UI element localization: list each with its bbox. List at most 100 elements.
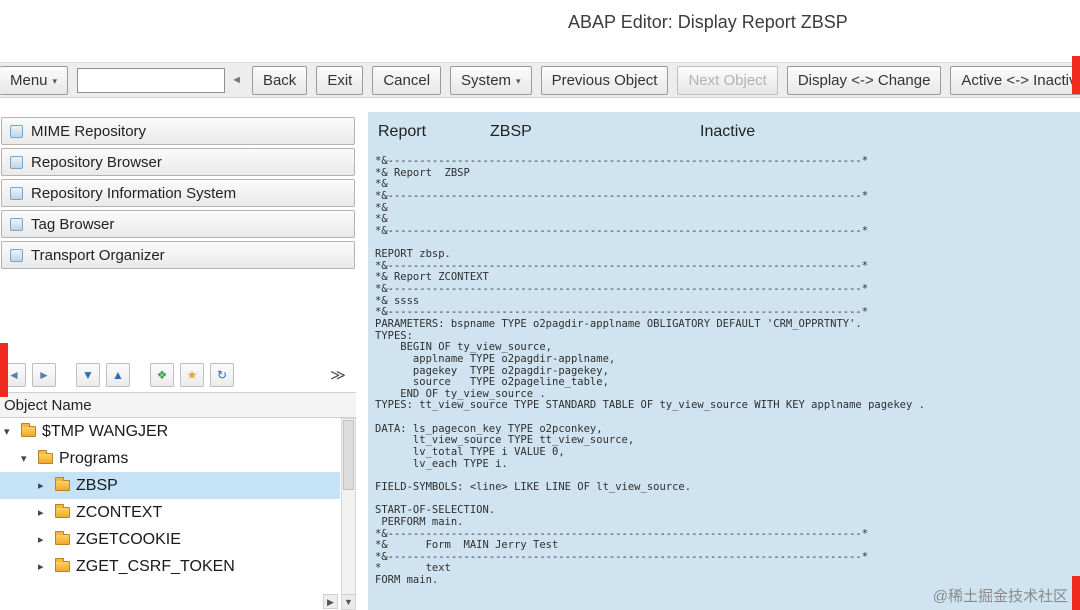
tree-item-label: ZCONTEXT [76, 503, 163, 521]
code-line: *&--------------------------------------… [375, 283, 869, 296]
caret-icon[interactable]: ▾ [4, 425, 19, 438]
next-object-button[interactable]: Next Object [677, 65, 778, 95]
red-marker-left [0, 343, 8, 397]
code-line: PARAMETERS: bspname TYPE o2pagdir-applna… [375, 317, 862, 330]
tree-item-label: Programs [59, 449, 129, 467]
navigate-forward-icon[interactable]: ► [32, 363, 56, 387]
object-tree: ▾ $TMP WANGJER ▾ Programs ▸ ZBSP ▸ ZCONT… [0, 418, 340, 580]
nav-item-icon [10, 155, 23, 169]
folder-icon [55, 558, 70, 572]
code-line: *&--------------------------------------… [375, 155, 869, 167]
cancel-button[interactable]: Cancel [372, 65, 442, 95]
sidebar-nav-button[interactable]: Transport Organizer [1, 241, 355, 269]
tree-vertical-scrollbar[interactable]: ▼ [341, 418, 356, 610]
sidebar-nav-label: Repository Information System [31, 184, 237, 202]
toolbar-button-group: Back Exit Cancel System ▾ Previous Objec… [251, 65, 1080, 95]
code-line: TYPES: tt_view_source TYPE STANDARD TABL… [375, 399, 925, 412]
refresh-icon[interactable]: ↻ [210, 363, 234, 387]
tree-item-label: $TMP WANGJER [42, 422, 169, 440]
main-area: MIME Repository Repository Browser Repos… [0, 98, 1080, 610]
tree-item[interactable]: ▸ ZGET_CSRF_TOKEN [0, 553, 340, 580]
scroll-right-icon[interactable]: ▶ [323, 594, 338, 609]
toolbar-button-label: Next Object [688, 71, 767, 89]
tree-item[interactable]: ▸ ZGETCOOKIE [0, 526, 340, 553]
nav-item-icon [10, 124, 23, 138]
back-button[interactable]: Back [251, 65, 308, 95]
system-button[interactable]: System ▾ [450, 65, 532, 95]
red-marker-top-right [1072, 56, 1080, 94]
sidebar-nav-button[interactable]: Repository Browser [1, 148, 355, 176]
report-header: Report ZBSP Inactive [368, 112, 1080, 152]
code-editor[interactable]: *&--------------------------------------… [368, 155, 1080, 587]
nav-item-icon [10, 217, 23, 231]
window-title: ABAP Editor: Display Report ZBSP [568, 12, 848, 32]
caret-icon[interactable]: ▸ [38, 479, 53, 492]
sidebar-nav-button[interactable]: MIME Repository [1, 117, 355, 145]
tree-toolbar: ◄ ► ▼ ▲ ❖ ★ ↻ ≫ [0, 358, 356, 392]
code-line: *&--------------------------------------… [375, 550, 869, 563]
sidebar-nav-button[interactable]: Tag Browser [1, 210, 355, 238]
menu-button-label: Menu [10, 71, 48, 89]
code-line: *& [375, 201, 388, 214]
toolbar-button-label: Previous Object [551, 71, 658, 89]
tree-item-label: ZGET_CSRF_TOKEN [76, 557, 235, 575]
previous-object-button[interactable]: Previous Object [540, 65, 669, 95]
code-line: *&--------------------------------------… [375, 224, 869, 237]
title-bar: ABAP Editor: Display Report ZBSP [0, 0, 1080, 48]
navigator-panel: MIME Repository Repository Browser Repos… [0, 112, 356, 610]
toolbar-button-label: Exit [327, 71, 353, 89]
toolbar-button-label: Display <-> Change [797, 71, 931, 89]
panel-spacer [0, 272, 356, 358]
folder-icon [55, 531, 70, 545]
code-line: * text [375, 562, 451, 575]
tree-item-label: ZBSP [76, 476, 118, 494]
code-line: lv_total TYPE i VALUE 0, [375, 446, 565, 459]
sidebar-nav-label: Repository Browser [31, 153, 162, 171]
folder-icon [55, 477, 70, 491]
main-toolbar: Menu ▾ ◄ Back Exit Cancel System ▾ Previ… [0, 62, 1080, 98]
caret-icon[interactable]: ▸ [38, 533, 53, 546]
report-label: Report [378, 123, 427, 140]
sidebar-nav-button[interactable]: Repository Information System [1, 179, 355, 207]
code-line: lv_each TYPE i. [375, 457, 508, 470]
code-line: FIELD-SYMBOLS: <line> LIKE LINE OF lt_vi… [375, 480, 692, 493]
caret-icon[interactable]: ▸ [38, 506, 53, 519]
editor-panel: Report ZBSP Inactive *&-----------------… [368, 112, 1080, 610]
tree-item[interactable]: ▸ ZBSP [0, 472, 340, 499]
menu-button[interactable]: Menu ▾ [0, 65, 69, 95]
scroll-down-icon[interactable]: ▼ [342, 594, 355, 609]
tree-header: Object Name [0, 392, 356, 418]
more-functions-icon[interactable]: ≫ [326, 363, 350, 387]
toolbar-button-label: Cancel [383, 71, 431, 89]
command-collapse-icon[interactable]: ◄ [230, 74, 243, 86]
red-marker-bottom-right [1072, 576, 1080, 610]
favorites-icon[interactable]: ★ [180, 363, 204, 387]
folder-icon [38, 450, 53, 464]
scrollbar-thumb[interactable] [343, 420, 354, 490]
sidebar-nav-label: Tag Browser [31, 215, 115, 233]
sort-objects-icon[interactable]: ❖ [150, 363, 174, 387]
code-line: *& Report ZBSP [375, 166, 470, 179]
toolbar-button-label: Active <-> Inactive [961, 71, 1080, 89]
toolbar-button-label: Back [262, 71, 297, 89]
tree-item[interactable]: ▾ Programs [0, 445, 340, 472]
sidebar-nav-label: Transport Organizer [31, 246, 165, 264]
code-line: PERFORM main. [375, 515, 464, 528]
active-inactive-button[interactable]: Active <-> Inactive [950, 65, 1080, 95]
caret-icon[interactable]: ▸ [38, 560, 53, 573]
nav-item-icon [10, 186, 23, 200]
tree-item[interactable]: ▾ $TMP WANGJER [0, 418, 340, 445]
exit-button[interactable]: Exit [316, 65, 364, 95]
nav-item-icon [10, 248, 23, 262]
code-line: applname TYPE o2pagdir-applname, [375, 352, 616, 365]
tree-item-label: ZGETCOOKIE [76, 530, 181, 548]
caret-icon[interactable]: ▾ [21, 452, 36, 465]
display-change-button[interactable]: Display <-> Change [786, 65, 942, 95]
tree-item[interactable]: ▸ ZCONTEXT [0, 499, 340, 526]
collapse-all-icon[interactable]: ▲ [106, 363, 130, 387]
abap-editor-window: ABAP Editor: Display Report ZBSP Menu ▾ … [0, 0, 1080, 610]
expand-all-icon[interactable]: ▼ [76, 363, 100, 387]
sidebar-nav-label: MIME Repository [31, 122, 147, 140]
report-name: ZBSP [490, 123, 532, 140]
command-input[interactable] [77, 67, 226, 93]
